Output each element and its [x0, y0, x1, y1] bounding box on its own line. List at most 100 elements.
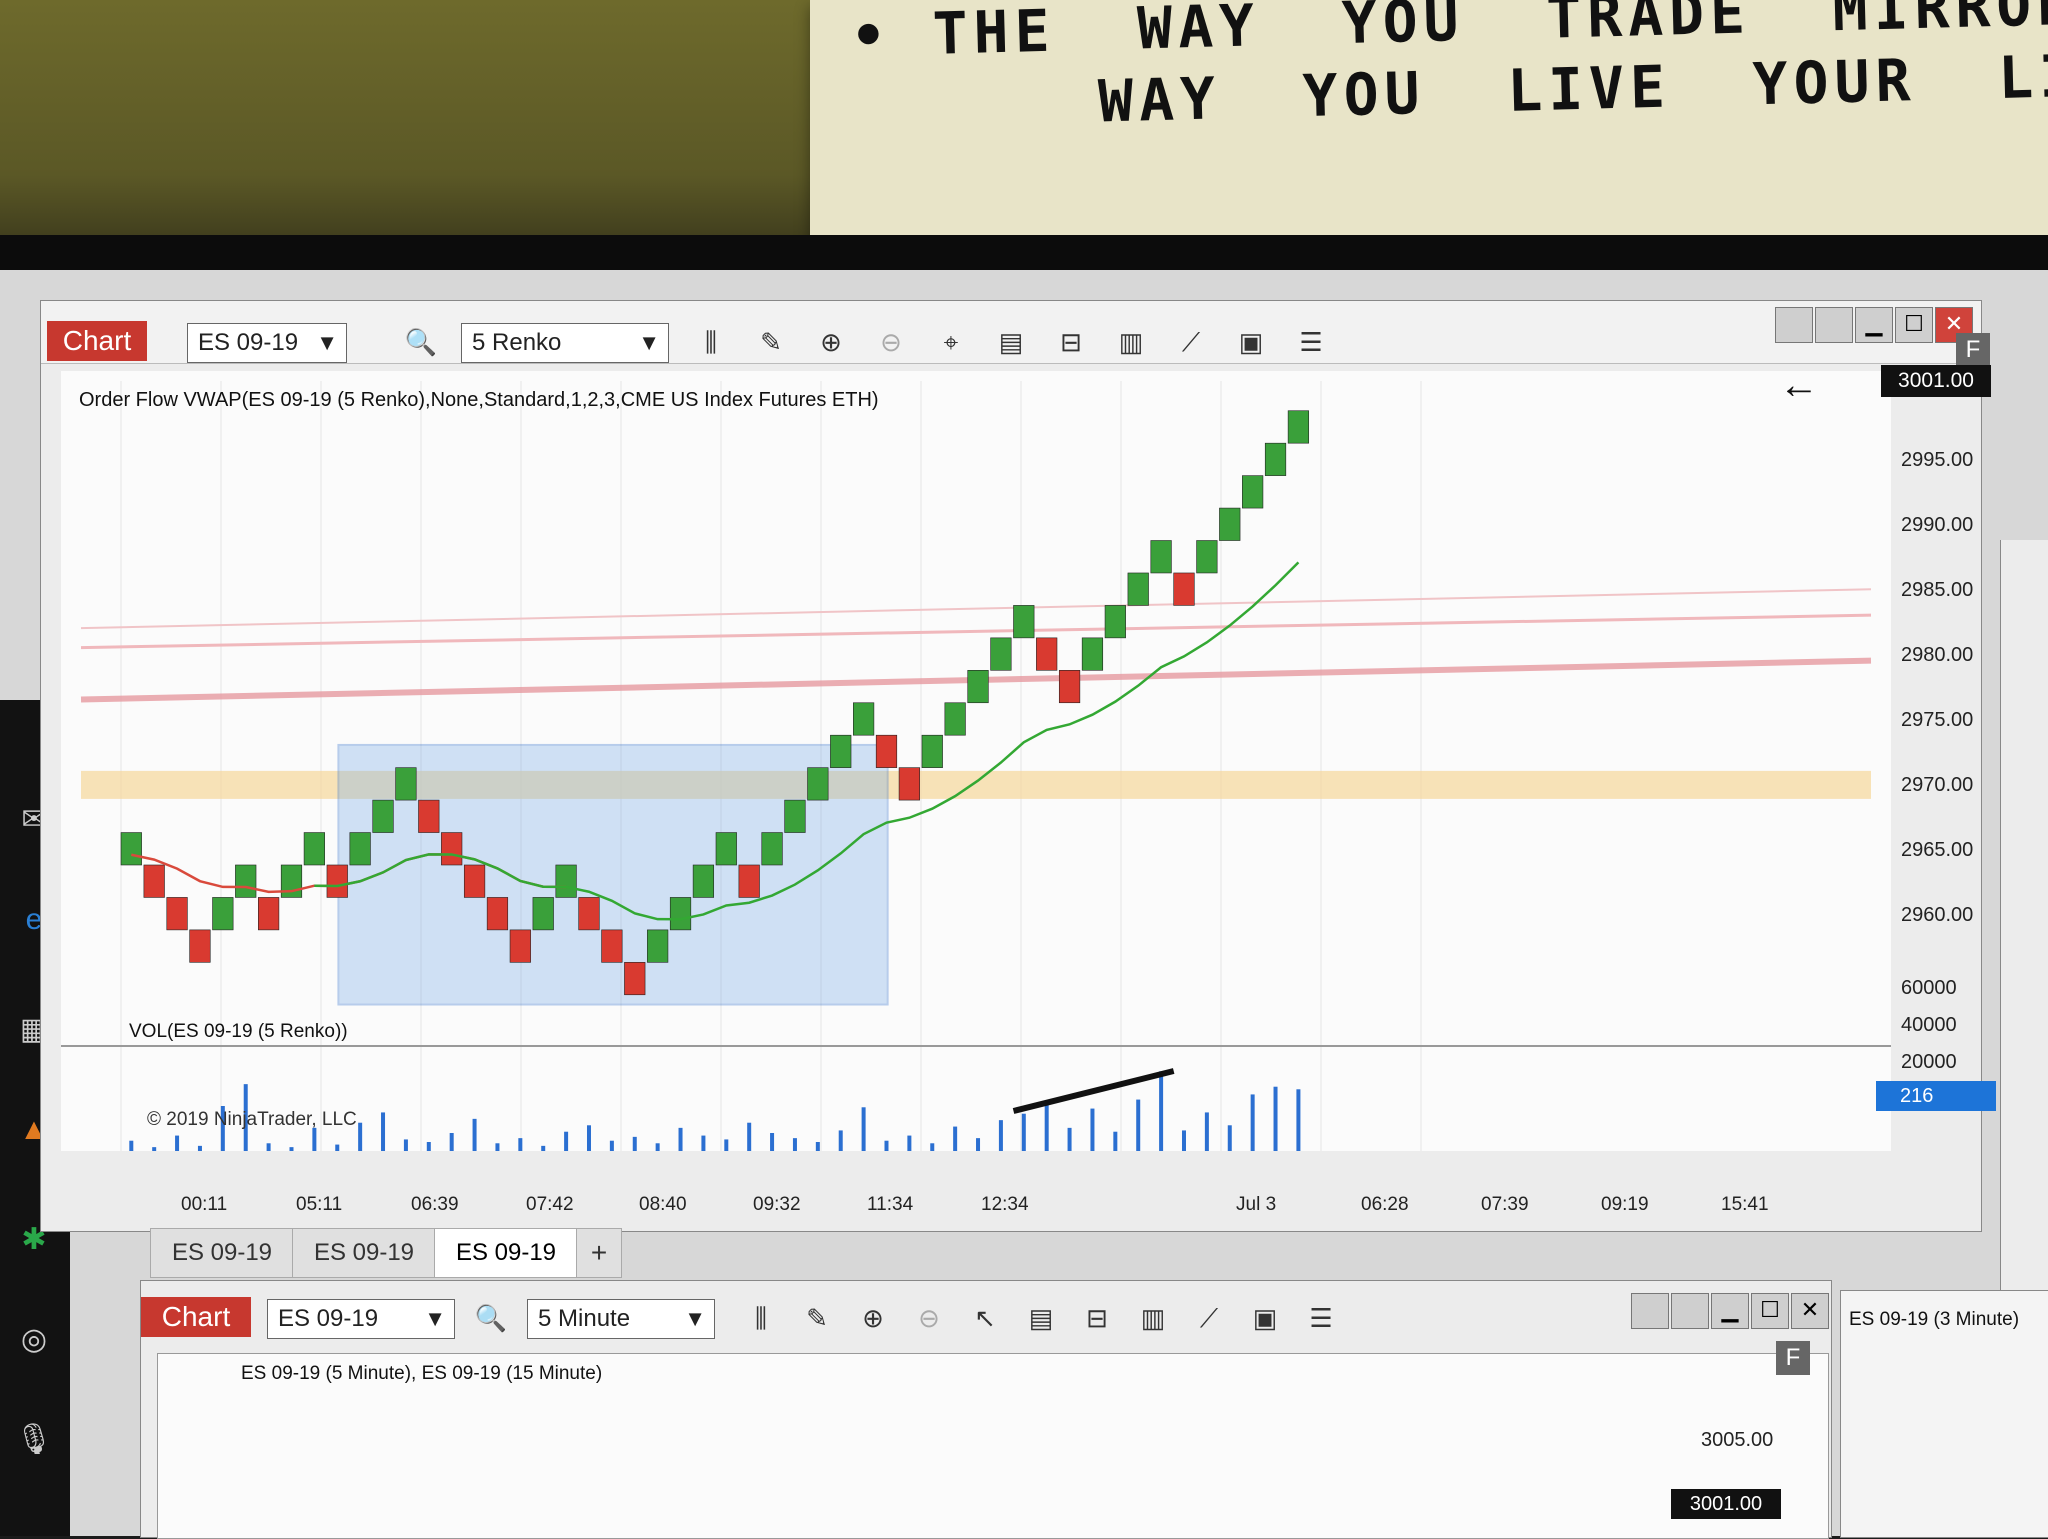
renko-brick — [1127, 572, 1149, 606]
volume-bar — [884, 1140, 889, 1151]
renko-brick — [372, 799, 394, 833]
globe-icon[interactable]: ◎ — [14, 1320, 54, 1360]
crosshair-icon[interactable]: ⌖ — [931, 323, 971, 361]
chevron-down-icon: ▼ — [638, 330, 660, 355]
volume-bar — [472, 1118, 477, 1151]
f-badge-bottom[interactable]: F — [1776, 1341, 1810, 1375]
bar-type-value: 5 Renko — [472, 329, 562, 356]
time-tick: 11:34 — [867, 1194, 914, 1215]
renko-brick — [1173, 572, 1195, 606]
volume-bar — [1181, 1130, 1186, 1151]
volume-bar — [815, 1142, 820, 1151]
renko-brick — [212, 897, 234, 931]
time-tick: 06:28 — [1361, 1194, 1409, 1215]
close-button[interactable]: ✕ — [1791, 1293, 1829, 1329]
renko-brick — [1242, 475, 1264, 509]
window-tile-button[interactable] — [1631, 1293, 1669, 1329]
volume-bar — [1159, 1071, 1164, 1151]
list-icon[interactable]: ☰ — [1291, 323, 1331, 361]
side-chart-window: ES 09-19 (3 Minute) — [1840, 1290, 2048, 1538]
strategies-icon[interactable]: ⟋ — [1171, 323, 1211, 361]
price-tick: 2975.00 — [1901, 709, 1974, 731]
chevron-down-icon: ▼ — [316, 330, 338, 355]
pointer-icon[interactable]: ↖ — [965, 1299, 1005, 1337]
zoom-out-icon[interactable]: ⊖ — [871, 323, 911, 361]
volume-bar — [861, 1107, 866, 1151]
search-icon[interactable]: 🔍 — [401, 323, 441, 361]
properties-icon[interactable]: ⊟ — [1051, 323, 1091, 361]
time-tick: 07:42 — [526, 1194, 574, 1215]
search-icon[interactable]: 🔍 — [471, 1299, 511, 1337]
volume-bar — [770, 1133, 775, 1151]
minimize-button[interactable]: ▁ — [1855, 307, 1893, 343]
bar-style-icon[interactable]: ⫼ — [741, 1299, 781, 1337]
minimize-button[interactable]: ▁ — [1711, 1293, 1749, 1329]
volume-bar — [747, 1122, 752, 1151]
zoom-out-icon[interactable]: ⊖ — [909, 1299, 949, 1337]
volume-bar — [495, 1143, 500, 1151]
volume-bar — [792, 1138, 797, 1151]
renko-brick — [143, 864, 165, 898]
templates-icon[interactable]: ▣ — [1231, 323, 1271, 361]
list-icon[interactable]: ☰ — [1301, 1299, 1341, 1337]
data-box-icon[interactable]: ▤ — [1021, 1299, 1061, 1337]
note-text: • THE WAY YOU TRADE MIRRORS THE WAY YOU … — [850, 0, 2048, 144]
renko-brick — [1058, 670, 1081, 704]
volume-bar — [609, 1140, 614, 1151]
window-tile-button[interactable] — [1775, 307, 1813, 343]
volume-tick: 60000 — [1901, 977, 1957, 999]
templates-icon[interactable]: ▣ — [1245, 1299, 1285, 1337]
renko-brick — [418, 799, 440, 833]
instrument-dropdown-bottom[interactable]: ES 09-19 ▼ — [267, 1299, 455, 1339]
tab-es-3[interactable]: ES 09-19 — [434, 1228, 578, 1278]
chart-toolbar: Chart ES 09-19 ▼ 🔍 5 Renko ▼ ⫼ ✎ ⊕ ⊖ ⌖ ▤ ⊟… — [41, 301, 1981, 364]
main-chart-window: Chart ES 09-19 ▼ 🔍 5 Renko ▼ ⫼ ✎ ⊕ ⊖ ⌖ ▤ ⊟… — [40, 300, 1996, 1232]
bar-type-dropdown-bottom[interactable]: 5 Minute ▼ — [527, 1299, 715, 1339]
renko-brick — [486, 897, 509, 931]
bar-style-icon[interactable]: ⫼ — [691, 323, 731, 361]
renko-brick — [921, 734, 943, 768]
renko-brick — [784, 799, 806, 833]
renko-brick — [349, 832, 371, 866]
microphone-icon[interactable]: 🎙 — [14, 1420, 54, 1460]
volume-bar — [907, 1135, 912, 1151]
data-box-icon[interactable]: ▤ — [991, 323, 1031, 361]
renko-brick — [1013, 605, 1035, 639]
pencil-icon[interactable]: ✎ — [751, 323, 791, 361]
bar-type-dropdown[interactable]: 5 Renko ▼ — [461, 323, 669, 363]
selection-rectangle — [337, 743, 889, 1006]
volume-bar — [152, 1147, 157, 1151]
time-tick: 00:11 — [181, 1194, 228, 1215]
volume-bar — [266, 1143, 271, 1151]
renko-brick — [555, 864, 577, 898]
chart-tab[interactable]: Chart — [47, 321, 147, 361]
maximize-button[interactable]: ☐ — [1895, 307, 1933, 343]
zoom-in-icon[interactable]: ⊕ — [853, 1299, 893, 1337]
tab-es-2[interactable]: ES 09-19 — [292, 1228, 436, 1278]
zoom-in-icon[interactable]: ⊕ — [811, 323, 851, 361]
chart-tab-bottom[interactable]: Chart — [141, 1297, 251, 1337]
indicators-icon[interactable]: ▥ — [1111, 323, 1151, 361]
f-badge[interactable]: F — [1956, 333, 1990, 367]
renko-brick — [807, 767, 829, 801]
window-tile-button-2[interactable] — [1671, 1293, 1709, 1329]
volume-bar — [838, 1130, 843, 1151]
renko-brick — [441, 832, 463, 866]
renko-brick — [120, 832, 142, 866]
maximize-button[interactable]: ☐ — [1751, 1293, 1789, 1329]
tab-es-1[interactable]: ES 09-19 — [150, 1228, 294, 1278]
price-tick: 2980.00 — [1901, 644, 1974, 666]
back-arrow-icon[interactable]: ← — [1779, 363, 1819, 408]
instrument-dropdown[interactable]: ES 09-19 ▼ — [187, 323, 347, 363]
properties-icon[interactable]: ⊟ — [1077, 1299, 1117, 1337]
time-tick: 08:40 — [639, 1194, 687, 1215]
level-line — [80, 588, 1872, 630]
volume-bar — [129, 1140, 134, 1151]
window-tile-button-2[interactable] — [1815, 307, 1853, 343]
renko-brick — [1150, 540, 1172, 574]
volume-bar — [518, 1138, 523, 1151]
indicators-icon[interactable]: ▥ — [1133, 1299, 1173, 1337]
strategies-icon[interactable]: ⟋ — [1189, 1299, 1229, 1337]
pencil-icon[interactable]: ✎ — [797, 1299, 837, 1337]
add-tab-button[interactable]: + — [576, 1228, 622, 1278]
